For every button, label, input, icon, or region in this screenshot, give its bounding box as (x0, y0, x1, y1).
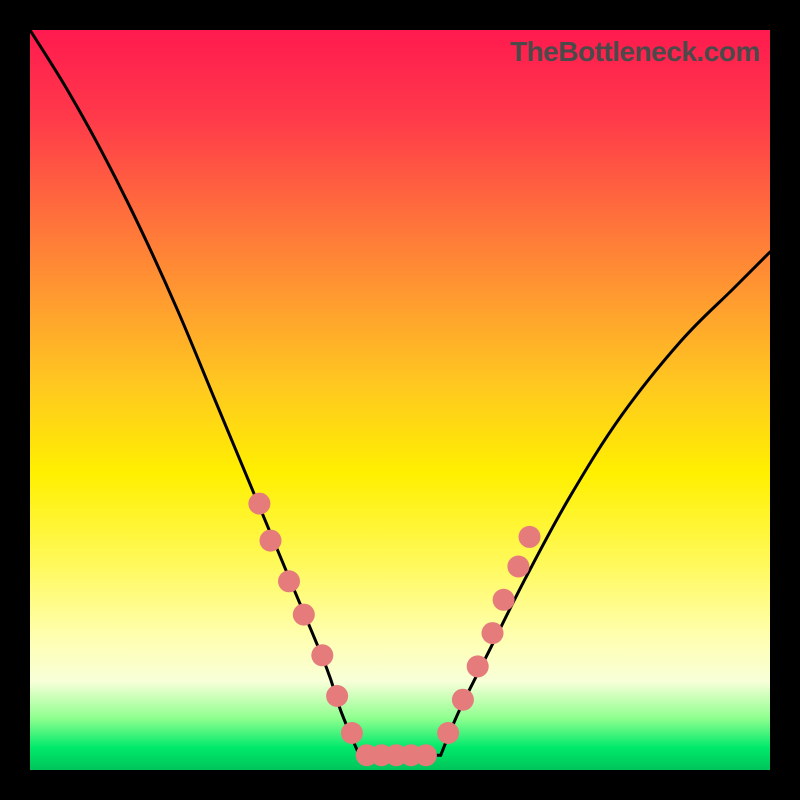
plot-area: TheBottleneck.com (30, 30, 770, 770)
data-point-marker (452, 689, 474, 711)
data-point-marker (260, 530, 282, 552)
data-point-marker (278, 570, 300, 592)
marker-layer (248, 493, 540, 767)
curve-right-curve (441, 252, 770, 755)
data-point-marker (326, 685, 348, 707)
data-point-marker (493, 589, 515, 611)
data-point-marker (293, 604, 315, 626)
curve-left-curve (30, 30, 359, 755)
data-point-marker (482, 622, 504, 644)
data-point-marker (248, 493, 270, 515)
data-point-marker (341, 722, 363, 744)
data-point-marker (437, 722, 459, 744)
data-point-marker (415, 744, 437, 766)
data-point-marker (467, 655, 489, 677)
chart-frame: TheBottleneck.com (0, 0, 800, 800)
chart-svg (30, 30, 770, 770)
data-point-marker (311, 644, 333, 666)
data-point-marker (519, 526, 541, 548)
curve-layer (30, 30, 770, 755)
data-point-marker (507, 556, 529, 578)
